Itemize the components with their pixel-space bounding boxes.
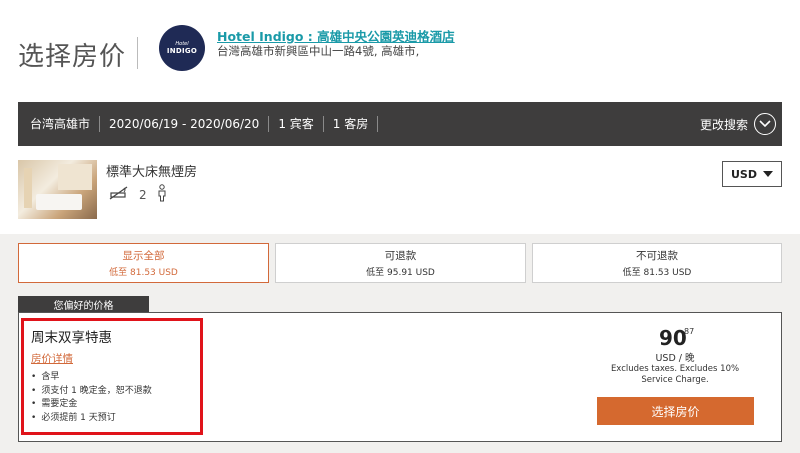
search-rooms: 1 客房	[324, 116, 379, 132]
title-divider	[137, 37, 138, 69]
rate-price-note: Excludes taxes. Excludes 10% Service Cha…	[610, 364, 740, 385]
rate-price-whole: 90	[659, 326, 687, 350]
list-item: 必须提前 1 天预订	[31, 412, 152, 426]
change-search-label: 更改搜索	[699, 117, 748, 132]
hotel-address: 台灣高雄市新興區中山一路4號, 高雄市,	[217, 44, 420, 58]
occupancy-count: 2	[139, 188, 147, 202]
preferred-rate-label: 您偏好的价格	[18, 296, 149, 313]
search-summary-bar: 台湾高雄市 2020/06/19 - 2020/06/20 1 宾客 1 客房 …	[18, 102, 782, 146]
rate-price-cents: 87	[684, 327, 695, 336]
change-search-button[interactable]: 更改搜索	[700, 113, 776, 135]
list-item: 须支付 1 晚定金，恕不退款	[31, 385, 151, 399]
rate-title: 周末双享特惠	[31, 330, 112, 346]
search-location: 台湾高雄市	[18, 116, 101, 132]
room-amenities: 2	[109, 184, 167, 206]
filter-tab-label: 显示全部	[122, 250, 165, 262]
search-dates: 2020/06/19 - 2020/06/20	[100, 116, 270, 132]
currency-select[interactable]: USD	[722, 161, 782, 187]
person-icon	[157, 184, 167, 206]
filter-tab-nonrefundable[interactable]: 不可退款 低至 81.53 USD	[532, 243, 782, 283]
room-photo[interactable]	[18, 160, 97, 219]
no-smoking-icon	[109, 185, 129, 205]
filter-tab-label: 可退款	[384, 250, 417, 262]
room-name: 標準大床無煙房	[106, 165, 198, 180]
list-item: 含早	[31, 371, 152, 385]
hotel-logo: Hotel INDIGO	[159, 25, 205, 71]
filter-tab-price: 低至 81.53 USD	[622, 268, 692, 278]
rate-details-link[interactable]: 房价详情	[31, 351, 73, 366]
logo-line2: INDIGO	[166, 47, 198, 55]
search-guests: 1 宾客	[269, 116, 324, 132]
filter-tab-label: 不可退款	[636, 250, 678, 262]
filter-tab-all[interactable]: 显示全部 低至 81.53 USD	[18, 243, 269, 283]
rate-features: 含早 须支付 1 晚定金，恕不退款 需要定金 必须提前 1 天预订	[31, 371, 152, 426]
filter-tab-price: 低至 95.91 USD	[366, 268, 435, 278]
list-item: 需要定金	[31, 398, 152, 412]
filter-tab-price: 低至 81.53 USD	[109, 268, 178, 278]
select-rate-button[interactable]: 选择房价	[597, 397, 754, 425]
currency-value: USD	[731, 167, 757, 181]
filter-tab-refundable[interactable]: 可退款 低至 95.91 USD	[275, 243, 526, 283]
rate-price-unit: USD / 晚	[655, 353, 695, 364]
caret-down-icon	[763, 171, 773, 177]
page-title: 选择房价	[18, 42, 127, 72]
chevron-down-icon	[754, 113, 776, 135]
